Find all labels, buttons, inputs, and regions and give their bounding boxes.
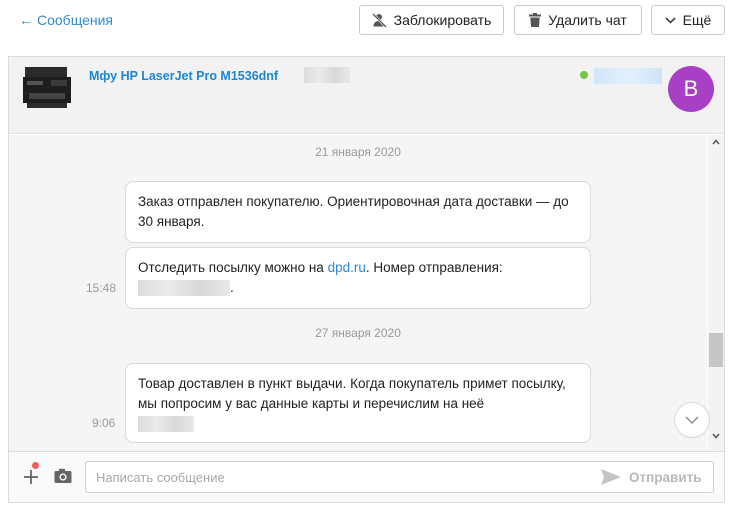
dpd-link[interactable]: dpd.ru	[328, 260, 366, 275]
chevron-down-icon	[665, 16, 676, 24]
redacted-price	[304, 67, 350, 83]
send-button[interactable]: Отправить	[601, 469, 702, 485]
message-text: Товар доставлен в пункт выдачи. Когда по…	[138, 376, 566, 411]
scrollbar-thumb[interactable]	[709, 333, 723, 367]
more-button[interactable]: Ещё	[651, 5, 725, 35]
chat-header: Мфу HP LaserJet Pro M1536dnf B	[9, 57, 724, 134]
top-bar: ← Сообщения Заблокировать Удалить чат Ещ…	[0, 0, 731, 44]
add-attachment-icon[interactable]	[21, 467, 41, 487]
delete-chat-label: Удалить чат	[548, 12, 627, 28]
back-link-label: Сообщения	[37, 12, 113, 28]
user-avatar[interactable]: B	[668, 66, 714, 112]
message-text: Отследить посылку можно на	[138, 260, 328, 275]
delete-chat-button[interactable]: Удалить чат	[514, 5, 642, 35]
trash-icon	[529, 13, 542, 27]
redacted-amount	[138, 416, 194, 433]
back-to-messages-link[interactable]: ← Сообщения	[19, 12, 113, 28]
send-icon	[601, 469, 621, 485]
message-bubble: Заказ отправлен покупателю. Ориентировоч…	[125, 181, 591, 243]
message-bubble: Товар доставлен в пункт выдачи. Когда по…	[125, 363, 591, 443]
redacted-tracking-number	[138, 280, 230, 297]
scroll-up-arrow-icon[interactable]	[708, 139, 724, 149]
online-status-dot	[580, 71, 588, 79]
back-arrow-icon: ←	[19, 12, 33, 28]
message-text: .	[230, 280, 234, 295]
chat-panel: Мфу HP LaserJet Pro M1536dnf B 21 января…	[8, 56, 725, 452]
message-time: 15:48	[86, 281, 117, 295]
block-button-label: Заблокировать	[393, 12, 492, 28]
notification-dot	[32, 462, 39, 469]
chevron-down-icon	[685, 416, 699, 425]
message-bubble: Отследить посылку можно на dpd.ru. Номер…	[125, 247, 591, 309]
date-separator: 21 января 2020	[315, 145, 401, 159]
product-title-link[interactable]: Мфу HP LaserJet Pro M1536dnf	[89, 69, 278, 83]
more-button-label: Ещё	[682, 12, 712, 28]
scroll-down-arrow-icon[interactable]	[708, 433, 724, 443]
message-time: 9:06	[92, 416, 116, 430]
date-separator: 27 января 2020	[315, 326, 401, 340]
message-text: . Номер отправления:	[365, 260, 503, 275]
message-scrollbar[interactable]	[708, 135, 724, 451]
camera-icon[interactable]	[54, 468, 72, 484]
block-button[interactable]: Заблокировать	[359, 5, 504, 35]
message-composer: Отправить	[8, 452, 725, 503]
message-text: Заказ отправлен покупателю. Ориентировоч…	[138, 194, 569, 229]
block-user-icon	[371, 12, 387, 28]
product-printer-thumbnail[interactable]	[21, 65, 73, 111]
redacted-username-link[interactable]	[594, 68, 662, 84]
message-feed: 21 января 2020 Заказ отправлен покупател…	[9, 135, 707, 451]
send-button-label: Отправить	[629, 469, 702, 485]
scroll-to-bottom-button[interactable]	[674, 402, 710, 438]
